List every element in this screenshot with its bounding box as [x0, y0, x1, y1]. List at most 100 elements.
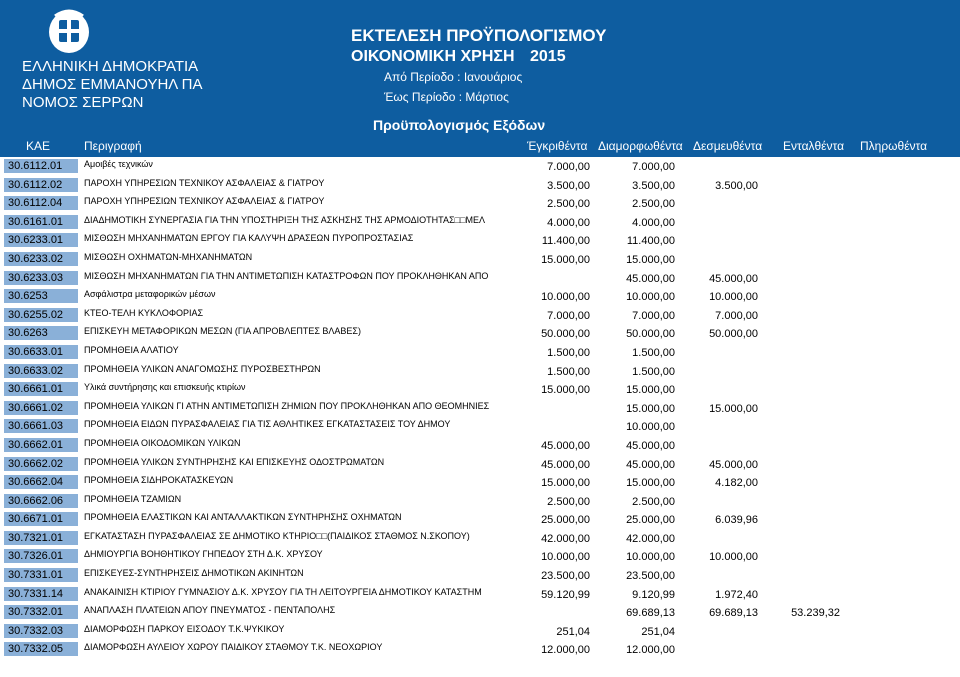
table-row: 30.6662.04 ΠΡΟΜΗΘΕΙΑ ΣΙΔΗΡΟΚΑΤΑΣΚΕΥΩΝ 15.0… [0, 473, 960, 492]
amount-committed: 6.039,96 [715, 514, 758, 527]
amount-formed: 2.500,00 [632, 198, 675, 211]
table-row: 30.6661.02 ΠΡΟΜΗΘΕΙΑ ΥΛΙΚΩΝ ΓΙ ΑΤΗΝ ΑΝΤΙΜ… [0, 399, 960, 418]
table-row: 30.6661.01 Υλικά συντήρησης και επισκευής… [0, 380, 960, 399]
amount-formed: 15.000,00 [626, 384, 675, 397]
amount-approved: 11.400,00 [541, 235, 590, 248]
row-description: ΚΤΕΟ-ΤΕΛΗ ΚΥΚΛΟΦΟΡΙΑΣ [84, 307, 204, 318]
table-row: 30.6233.03 ΜΙΣΘΩΣΗ ΜΗΧΑΝΗΜΑΤΩΝ ΓΙΑ ΤΗΝ ΑΝ… [0, 269, 960, 288]
period-to: Έως Περίοδο : Μάρτιος [384, 90, 509, 104]
row-description: ΕΠΙΣΚΕΥΗ ΜΕΤΑΦΟΡΙΚΩΝ ΜΕΣΩΝ (ΓΙΑ ΑΠΡΟΒΛΕΠ… [84, 326, 361, 337]
amount-formed: 1.500,00 [632, 365, 675, 378]
row-description: Ασφάλιστρα μεταφορικών μέσων [84, 289, 216, 300]
table-row: 30.6633.02 ΠΡΟΜΗΘΕΙΑ ΥΛΙΚΩΝ ΑΝΑΓΟΜΩΣΗΣ ΠΥ… [0, 362, 960, 381]
amount-committed: 10.000,00 [709, 551, 758, 564]
period-from: Από Περίοδο : Ιανουάριος [384, 70, 523, 84]
table-row: 30.6255.02 ΚΤΕΟ-ΤΕΛΗ ΚΥΚΛΟΦΟΡΙΑΣ 7.000,00 7… [0, 306, 960, 325]
amount-committed: 45.000,00 [709, 272, 758, 285]
amount-formed: 9.120,99 [632, 588, 675, 601]
table-row: 30.6633.01 ΠΡΟΜΗΘΕΙΑ ΑΛΑΤΙΟΥ 1.500,00 1.500… [0, 343, 960, 362]
col-formed: Διαμορφωθέντα [598, 139, 683, 153]
table-row: 30.6112.04 ΠΑΡΟΧΗ ΥΠΗΡΕΣΙΩΝ ΤΕΧΝΙΚΟΥ ΑΣΦΑ… [0, 194, 960, 213]
amount-committed: 10.000,00 [709, 291, 758, 304]
row-description: ΠΑΡΟΧΗ ΥΠΗΡΕΣΙΩΝ ΤΕΧΝΙΚΟΥ ΑΣΦΑΛΕΙΑΣ & ΓΙ… [84, 196, 325, 207]
table-row: 30.6263 ΕΠΙΣΚΕΥΗ ΜΕΤΑΦΟΡΙΚΩΝ ΜΕΣΩΝ (ΓΙΑ Α… [0, 324, 960, 343]
kae-code: 30.6633.01 [4, 344, 78, 359]
amount-approved: 45.000,00 [541, 439, 590, 452]
kae-code: 30.6661.02 [4, 400, 78, 415]
amount-formed: 50.000,00 [626, 328, 675, 341]
kae-code: 30.6662.02 [4, 456, 78, 471]
amount-formed: 10.000,00 [626, 291, 675, 304]
amount-approved: 7.000,00 [547, 161, 590, 173]
table-row: 30.6662.01 ΠΡΟΜΗΘΕΙΑ ΟΙΚΟΔΟΜΙΚΩΝ ΥΛΙΚΩΝ 45… [0, 436, 960, 455]
kae-code: 30.7332.03 [4, 623, 78, 638]
amount-approved: 10.000,00 [541, 291, 590, 304]
kae-code: 30.7331.14 [4, 586, 78, 601]
table-row: 30.6233.02 ΜΙΣΘΩΣΗ ΟΧΗΜΑΤΩΝ-ΜΗΧΑΝΗΜΑΤΩΝ 15… [0, 250, 960, 269]
kae-code: 30.6233.03 [4, 270, 78, 285]
kae-code: 30.6233.01 [4, 233, 78, 248]
amount-approved: 4.000,00 [547, 216, 590, 229]
kae-code: 30.6661.03 [4, 419, 78, 434]
row-description: ΠΡΟΜΗΘΕΙΑ ΤΖΑΜΙΩΝ [84, 493, 182, 504]
table-row: 30.7331.01 ΕΠΙΣΚΕΥΕΣ-ΣΥΝΤΗΡΗΣΕΙΣ ΔΗΜΟΤΙΚΩ… [0, 566, 960, 585]
row-description: ΠΡΟΜΗΘΕΙΑ ΥΛΙΚΩΝ ΣΥΝΤΗΡΗΣΗΣ ΚΑΙ ΕΠΙΣΚΕΥΗ… [84, 456, 385, 467]
row-description: ΠΑΡΟΧΗ ΥΠΗΡΕΣΙΩΝ ΤΕΧΝΙΚΟΥ ΑΣΦΑΛΕΙΑΣ & ΓΙ… [84, 177, 325, 188]
kae-code: 30.6161.01 [4, 214, 78, 229]
table-row: 30.6662.02 ΠΡΟΜΗΘΕΙΑ ΥΛΙΚΩΝ ΣΥΝΤΗΡΗΣΗΣ ΚΑ… [0, 455, 960, 474]
row-description: ΠΡΟΜΗΘΕΙΑ ΥΛΙΚΩΝ ΓΙ ΑΤΗΝ ΑΝΤΙΜΕΤΩΠΙΣΗ ΖΗ… [84, 400, 490, 411]
amount-approved: 1.500,00 [547, 346, 590, 359]
row-description: ΕΠΙΣΚΕΥΕΣ-ΣΥΝΤΗΡΗΣΕΙΣ ΔΗΜΟΤΙΚΩΝ ΑΚΙΝΗΤΩΝ [84, 568, 304, 579]
table-row: 30.6112.02 ΠΑΡΟΧΗ ΥΠΗΡΕΣΙΩΝ ΤΕΧΝΙΚΟΥ ΑΣΦΑ… [0, 176, 960, 195]
report-title: ΕΚΤΕΛΕΣΗ ΠΡΟΫΠΟΛΟΓΙΣΜΟΥ [351, 26, 607, 45]
amount-approved: 7.000,00 [547, 309, 590, 322]
amount-committed: 45.000,00 [709, 458, 758, 471]
table-row: 30.7331.14 ΑΝΑΚΑΙΝΙΣΗ ΚΤΙΡΙΟΥ ΓΥΜΝΑΣΙΟΥ Δ… [0, 585, 960, 604]
amount-formed: 4.000,00 [632, 216, 675, 229]
kae-code: 30.6671.01 [4, 512, 78, 527]
amount-formed: 12.000,00 [626, 644, 675, 657]
amount-formed: 45.000,00 [626, 458, 675, 471]
amount-formed: 15.000,00 [626, 402, 675, 415]
kae-code: 30.6253 [4, 289, 78, 304]
row-description: ΠΡΟΜΗΘΕΙΑ ΕΛΑΣΤΙΚΩΝ ΚΑΙ ΑΝΤΑΛΛΑΚΤΙΚΩΝ ΣΥ… [84, 512, 402, 523]
kae-code: 30.7321.01 [4, 530, 78, 545]
amount-approved: 45.000,00 [541, 458, 590, 471]
table-row: 30.6661.03 ΠΡΟΜΗΘΕΙΑ ΕΙΔΩΝ ΠΥΡΑΣΦΑΛΕΙΑΣ Γ… [0, 417, 960, 436]
table-row: 30.7332.01 ΑΝΑΠΛΑΣΗ ΠΛΑΤΕΙΩΝ ΑΠΟΥ ΠΝΕΥΜΑΤ… [0, 603, 960, 622]
fiscal-label: ΟΙΚΟΝΟΜΙΚΗ ΧΡΗΣΗ [351, 48, 515, 65]
kae-code: 30.7332.05 [4, 642, 78, 657]
greek-emblem-icon [49, 9, 89, 53]
amount-approved: 15.000,00 [541, 477, 590, 490]
amount-approved: 3.500,00 [547, 179, 590, 192]
amount-approved: 25.000,00 [541, 514, 590, 527]
amount-formed: 10.000,00 [626, 421, 675, 434]
amount-approved: 42.000,00 [541, 532, 590, 545]
table-row: 30.6662.06 ΠΡΟΜΗΘΕΙΑ ΤΖΑΜΙΩΝ 2.500,00 2.500… [0, 492, 960, 511]
budget-table: 30.6112.01 Αμοιβές τεχνικών 7.000,00 7.000,… [0, 157, 960, 659]
row-description: ΜΙΣΘΩΣΗ ΜΗΧΑΝΗΜΑΤΩΝ ΓΙΑ ΤΗΝ ΑΝΤΙΜΕΤΩΠΙΣΗ… [84, 270, 489, 281]
kae-code: 30.6233.02 [4, 251, 78, 266]
table-row: 30.7332.05 ΔΙΑΜΟΡΦΩΣΗ ΑΥΛΕΙΟΥ ΧΩΡΟΥ ΠΑΙΔΙ… [0, 640, 960, 659]
amount-formed: 25.000,00 [626, 514, 675, 527]
kae-code: 30.6112.04 [4, 196, 78, 211]
amount-approved: 59.120,99 [541, 588, 590, 601]
amount-formed: 1.500,00 [632, 346, 675, 359]
amount-committed: 1.972,40 [715, 588, 758, 601]
table-row: 30.7321.01 ΕΓΚΑΤΑΣΤΑΣΗ ΠΥΡΑΣΦΑΛΕΙΑΣ ΣΕ ΔΗ… [0, 529, 960, 548]
amount-formed: 42.000,00 [626, 532, 675, 545]
kae-code: 30.6112.02 [4, 177, 78, 192]
amount-ordered: 53.239,32 [791, 607, 840, 620]
col-paid: Πληρωθέντα [860, 139, 928, 153]
col-approved: Έγκριθέντα [527, 139, 588, 153]
kae-code: 30.7326.01 [4, 549, 78, 564]
amount-formed: 15.000,00 [626, 253, 675, 266]
row-description: ΜΙΣΘΩΣΗ ΟΧΗΜΑΤΩΝ-ΜΗΧΑΝΗΜΑΤΩΝ [84, 251, 253, 262]
amount-approved: 1.500,00 [547, 365, 590, 378]
row-description: ΔΗΜΙΟΥΡΓΙΑ ΒΟΗΘΗΤΙΚΟΥ ΓΗΠΕΔΟΥ ΣΤΗ Δ.Κ. Χ… [84, 549, 323, 560]
amount-approved: 2.500,00 [547, 198, 590, 211]
row-description: ΔΙΑΜΟΡΦΩΣΗ ΠΑΡΚΟΥ ΕΙΣΟΔΟΥ Τ.Κ.ΨΥΚΙΚΟΥ [84, 623, 285, 634]
row-description: ΔΙΑΔΗΜΟΤΙΚΗ ΣΥΝΕΡΓΑΣΙΑ ΓΙΑ ΤΗΝ ΥΠΟΣΤΗΡΙΞ… [84, 214, 485, 225]
amount-formed: 69.689,13 [626, 607, 675, 620]
row-description: ΠΡΟΜΗΘΕΙΑ ΕΙΔΩΝ ΠΥΡΑΣΦΑΛΕΙΑΣ ΓΙΑ ΤΙΣ ΑΘΛ… [84, 419, 451, 430]
